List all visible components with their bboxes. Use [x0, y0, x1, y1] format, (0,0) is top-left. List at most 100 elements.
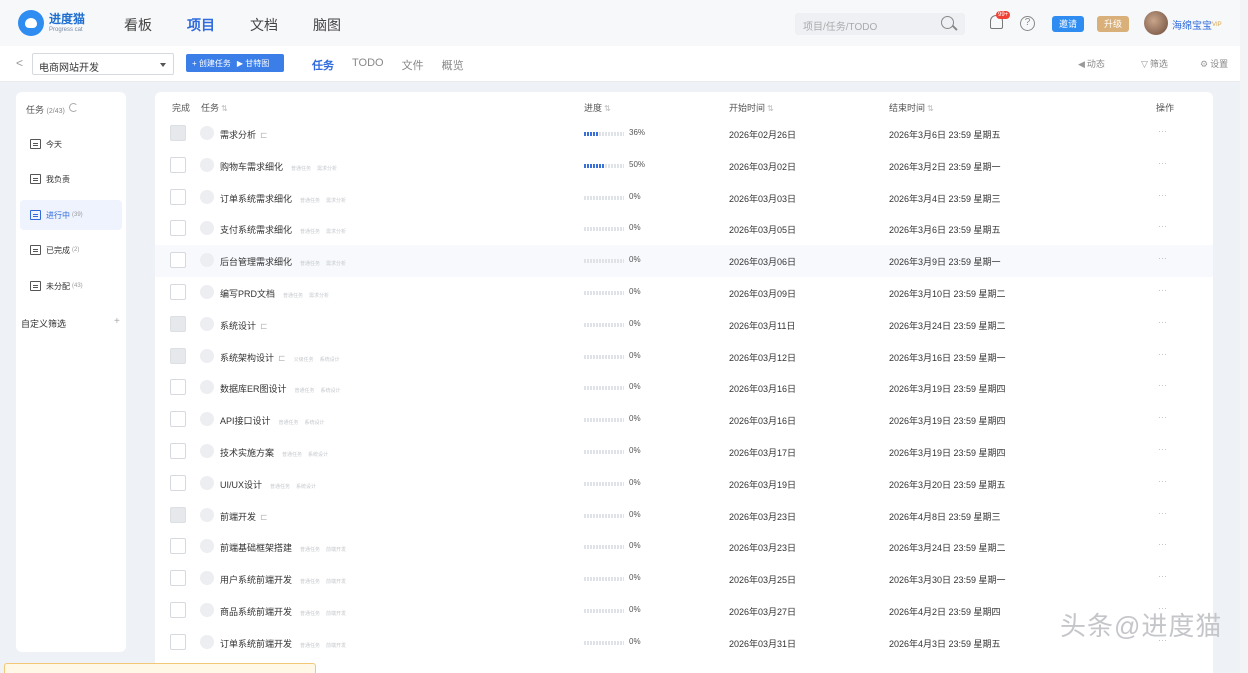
- more-actions-icon[interactable]: ···: [1158, 571, 1167, 581]
- start-date[interactable]: 2026年03月23日: [729, 510, 796, 523]
- start-date[interactable]: 2026年03月03日: [729, 192, 796, 205]
- start-date[interactable]: 2026年03月25日: [729, 573, 796, 586]
- sidebar-item-in-progress[interactable]: 进行中 (39): [20, 200, 122, 230]
- assignee-avatar[interactable]: [200, 539, 214, 554]
- more-actions-icon[interactable]: ···: [1158, 253, 1167, 263]
- refresh-icon[interactable]: [69, 103, 78, 112]
- back-icon[interactable]: <: [16, 56, 23, 70]
- table-row[interactable]: 技术实施方案 普通任务 系统设计 0% 2026年03月17日 2026年3月19日 23…: [155, 436, 1213, 468]
- start-date[interactable]: 2026年03月12日: [729, 351, 796, 364]
- table-row[interactable]: 前端基础框架搭建 普通任务 前端开发 0% 2026年03月23日 2026年3月24日 …: [155, 531, 1213, 563]
- complete-checkbox[interactable]: [170, 538, 186, 555]
- assignee-avatar[interactable]: [200, 316, 214, 331]
- create-task-button[interactable]: + 创建任务: [192, 58, 231, 69]
- nav-project[interactable]: 项目: [187, 15, 215, 35]
- task-name-cell[interactable]: 系统架构设计 ⊏ 父级任务 系统设计: [220, 351, 346, 364]
- more-actions-icon[interactable]: ···: [1158, 380, 1167, 390]
- assignee-avatar[interactable]: [200, 285, 214, 299]
- complete-checkbox[interactable]: [170, 379, 186, 396]
- end-date[interactable]: 2026年3月24日 23:59 星期二: [889, 319, 1006, 332]
- tab-files[interactable]: 文件: [402, 57, 424, 73]
- end-date[interactable]: 2026年3月9日 23:59 星期一: [889, 255, 1001, 268]
- sidebar-item-unassigned[interactable]: 未分配 (43): [20, 271, 122, 301]
- table-row[interactable]: 编写PRD文档 普通任务 需求分析 0% 2026年03月09日 2026年3月10日 2…: [155, 277, 1213, 309]
- end-date[interactable]: 2026年3月2日 23:59 星期一: [889, 160, 1001, 173]
- avatar[interactable]: [1144, 11, 1168, 35]
- more-actions-icon[interactable]: ···: [1158, 221, 1167, 231]
- start-date[interactable]: 2026年03月16日: [729, 382, 796, 395]
- end-date[interactable]: 2026年3月19日 23:59 星期四: [889, 414, 1006, 427]
- start-date[interactable]: 2026年03月17日: [729, 446, 796, 459]
- col-header-progress[interactable]: 进度 ⇅: [584, 101, 611, 114]
- task-name-cell[interactable]: 购物车需求细化 普通任务 需求分析: [220, 160, 343, 173]
- more-actions-icon[interactable]: ···: [1158, 349, 1167, 359]
- task-name-cell[interactable]: 订单系统需求细化 普通任务 需求分析: [220, 192, 352, 205]
- start-date[interactable]: 2026年03月16日: [729, 414, 796, 427]
- start-date[interactable]: 2026年03月23日: [729, 541, 796, 554]
- end-date[interactable]: 2026年3月19日 23:59 星期四: [889, 446, 1006, 459]
- table-row[interactable]: 购物车需求细化 普通任务 需求分析 50% 2026年03月02日 2026年3月2日 2…: [155, 150, 1213, 182]
- table-row[interactable]: 数据库ER图设计 普通任务 系统设计 0% 2026年03月16日 2026年3月19日 …: [155, 372, 1213, 404]
- search-icon[interactable]: [941, 16, 954, 29]
- sidebar-item-completed[interactable]: 已完成 (2): [20, 235, 122, 265]
- assignee-avatar[interactable]: [200, 444, 214, 458]
- table-row[interactable]: UI/UX设计 普通任务 系统设计 0% 2026年03月19日 2026年3月20日 2…: [155, 468, 1213, 500]
- upgrade-button[interactable]: 升级: [1097, 16, 1129, 32]
- sidebar-item-today[interactable]: 今天: [20, 129, 122, 159]
- assignee-avatar[interactable]: [200, 475, 214, 490]
- task-name-cell[interactable]: 商品系统前端开发 普通任务 前端开发: [220, 605, 352, 618]
- end-date[interactable]: 2026年3月16日 23:59 星期一: [889, 351, 1006, 364]
- complete-checkbox[interactable]: [170, 220, 186, 237]
- task-name-cell[interactable]: 需求分析 ⊏: [220, 128, 268, 141]
- end-date[interactable]: 2026年4月2日 23:59 星期四: [889, 605, 1001, 618]
- table-row[interactable]: 需求分析 ⊏ 36% 2026年02月26日 2026年3月6日 23:59 星期五 ··…: [155, 118, 1213, 150]
- start-date[interactable]: 2026年03月05日: [729, 223, 796, 236]
- complete-checkbox[interactable]: [170, 156, 186, 173]
- app-logo[interactable]: 进度猫 Progress cat: [18, 10, 85, 36]
- nav-kanban[interactable]: 看板: [124, 15, 152, 35]
- start-date[interactable]: 2026年03月06日: [729, 255, 796, 268]
- complete-checkbox[interactable]: [170, 633, 186, 650]
- col-header-start[interactable]: 开始时间 ⇅: [729, 101, 774, 114]
- complete-checkbox[interactable]: [170, 443, 186, 459]
- col-header-end[interactable]: 结束时间 ⇅: [889, 101, 934, 114]
- complete-checkbox[interactable]: [170, 347, 186, 364]
- start-date[interactable]: 2026年03月11日: [729, 319, 795, 332]
- table-row[interactable]: 订单系统前端开发 普通任务 前端开发 0% 2026年03月31日 2026年4月3日 2…: [155, 627, 1213, 659]
- more-actions-icon[interactable]: ···: [1158, 126, 1167, 136]
- username[interactable]: 海绵宝宝: [1172, 17, 1212, 32]
- start-date[interactable]: 2026年02月26日: [729, 128, 796, 141]
- assignee-avatar[interactable]: [200, 380, 214, 395]
- task-name-cell[interactable]: 后台管理需求细化 普通任务 需求分析: [220, 255, 352, 268]
- assignee-avatar[interactable]: [200, 571, 214, 586]
- task-name-cell[interactable]: 用户系统前端开发 普通任务 前端开发: [220, 573, 352, 586]
- complete-checkbox[interactable]: [170, 570, 186, 587]
- more-actions-icon[interactable]: ···: [1158, 444, 1167, 454]
- table-row[interactable]: 后台管理需求细化 普通任务 需求分析 0% 2026年03月06日 2026年3月9日 2…: [155, 245, 1213, 278]
- more-actions-icon[interactable]: ···: [1158, 190, 1167, 200]
- tab-overview[interactable]: 概览: [442, 57, 464, 73]
- end-date[interactable]: 2026年3月6日 23:59 星期五: [889, 223, 1001, 236]
- complete-checkbox[interactable]: [170, 125, 186, 141]
- more-actions-icon[interactable]: ···: [1158, 412, 1167, 422]
- task-name-cell[interactable]: 系统设计 ⊏: [220, 319, 268, 332]
- assignee-avatar[interactable]: [200, 348, 214, 363]
- gantt-button[interactable]: ▶ 甘特图: [237, 58, 269, 69]
- more-actions-icon[interactable]: ···: [1158, 508, 1167, 518]
- assignee-avatar[interactable]: [200, 603, 214, 617]
- assignee-avatar[interactable]: [200, 221, 214, 236]
- complete-checkbox[interactable]: [170, 188, 186, 205]
- task-name-cell[interactable]: 前端开发 ⊏: [220, 510, 268, 523]
- table-row[interactable]: 支付系统需求细化 普通任务 需求分析 0% 2026年03月05日 2026年3月6日 2…: [155, 213, 1213, 245]
- end-date[interactable]: 2026年3月6日 23:59 星期五: [889, 128, 1001, 141]
- task-name-cell[interactable]: API接口设计 普通任务 系统设计: [220, 414, 331, 427]
- start-date[interactable]: 2026年03月09日: [729, 287, 796, 300]
- task-name-cell[interactable]: 前端基础框架搭建 普通任务 前端开发: [220, 541, 352, 554]
- filter-button[interactable]: ▽ 筛选: [1141, 57, 1168, 70]
- task-name-cell[interactable]: 订单系统前端开发 普通任务 前端开发: [220, 637, 352, 650]
- complete-checkbox[interactable]: [170, 474, 186, 491]
- custom-filter-label[interactable]: 自定义筛选: [21, 317, 66, 330]
- complete-checkbox[interactable]: [170, 315, 186, 332]
- complete-checkbox[interactable]: [170, 506, 186, 523]
- complete-checkbox[interactable]: [170, 411, 186, 428]
